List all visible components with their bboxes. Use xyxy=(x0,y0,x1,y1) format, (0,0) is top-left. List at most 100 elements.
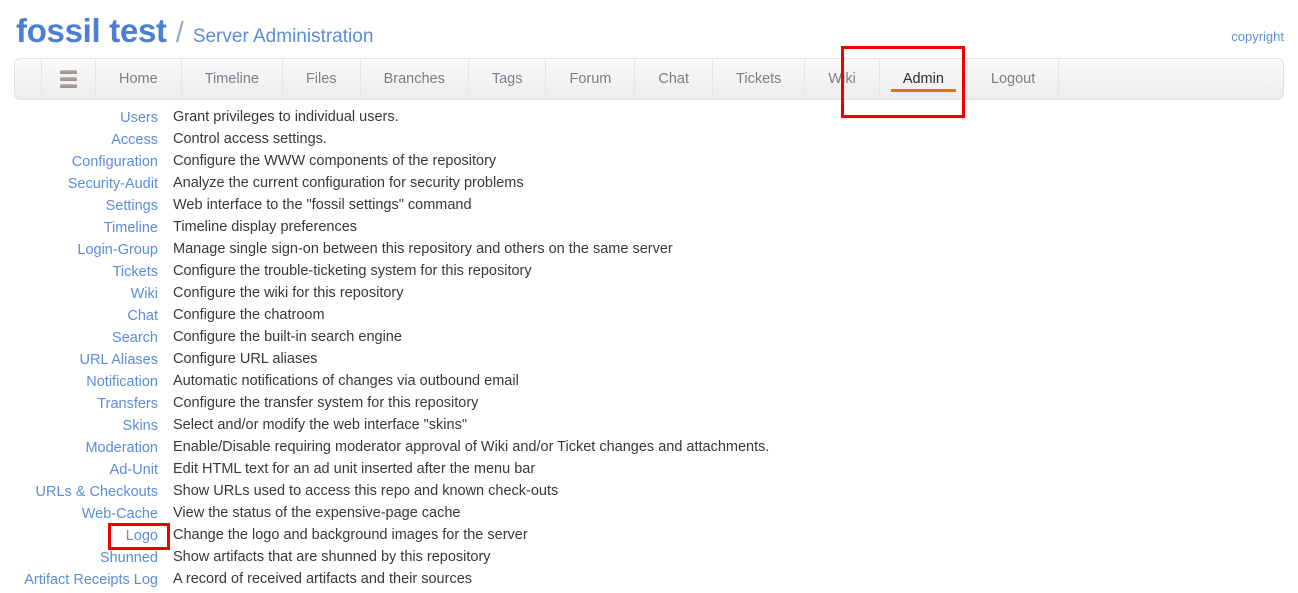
admin-option-link[interactable]: URLs & Checkouts xyxy=(36,484,159,500)
admin-option-link-cell: Logo xyxy=(0,523,170,550)
nav-item-logout[interactable]: Logout xyxy=(968,59,1060,99)
title-separator: / xyxy=(175,17,184,49)
admin-option-row: Web-Cache View the status of the expensiv… xyxy=(0,505,769,527)
admin-option-link-cell: Access xyxy=(0,131,158,153)
admin-option-description: Timeline display preferences xyxy=(173,219,358,235)
admin-option-link-cell: Wiki xyxy=(0,285,158,307)
admin-option-row: Tickets Configure the trouble-ticketing s… xyxy=(0,263,769,285)
admin-option-link-cell: Notification xyxy=(0,373,158,395)
admin-option-link[interactable]: Timeline xyxy=(104,220,158,236)
nav-item-files[interactable]: Files xyxy=(283,59,361,99)
admin-option-link[interactable]: Skins xyxy=(123,418,158,434)
nav-item-label: Timeline xyxy=(204,71,259,87)
admin-option-link-cell: Security-Audit xyxy=(0,175,158,197)
nav-item-label: Tags xyxy=(491,71,523,87)
admin-option-link-cell: Shunned xyxy=(0,549,158,571)
admin-option-link[interactable]: Security-Audit xyxy=(68,176,158,192)
admin-option-link-cell: Timeline xyxy=(0,219,158,241)
admin-option-link[interactable]: URL Aliases xyxy=(80,352,158,368)
nav-item-forum[interactable]: Forum xyxy=(546,59,636,99)
admin-option-description: Configure the trouble-ticketing system f… xyxy=(173,263,532,279)
nav-item-label: Wiki xyxy=(828,71,856,87)
admin-option-link-cell: Search xyxy=(0,329,158,351)
admin-option-row: Wiki Configure the wiki for this reposito… xyxy=(0,285,769,307)
admin-option-description: Control access settings. xyxy=(173,131,327,147)
admin-option-row: Access Control access settings. xyxy=(0,131,769,153)
admin-option-link[interactable]: Tickets xyxy=(113,264,158,280)
admin-option-link[interactable]: Wiki xyxy=(131,286,158,302)
nav-item-chat[interactable]: Chat xyxy=(635,59,714,99)
admin-option-link-cell: Chat xyxy=(0,307,158,329)
admin-option-row: Ad-Unit Edit HTML text for an ad unit ins… xyxy=(0,461,769,483)
title-row: fossil test / Server Administration xyxy=(16,12,373,50)
admin-option-link-cell: Web-Cache xyxy=(0,505,158,527)
admin-option-link[interactable]: Shunned xyxy=(100,550,158,566)
admin-option-link-cell: Configuration xyxy=(0,153,158,175)
nav-item-wiki[interactable]: Wiki xyxy=(805,59,880,99)
admin-option-description: A record of received artifacts and their… xyxy=(173,571,473,587)
active-tab-indicator xyxy=(890,89,956,92)
admin-option-link[interactable]: Moderation xyxy=(85,440,158,456)
navigation-bar-wrapper: Home Timeline Files Branches Tags Forum … xyxy=(14,46,1284,118)
admin-option-link[interactable]: Artifact Receipts Log xyxy=(24,572,158,588)
nav-item-timeline[interactable]: Timeline xyxy=(182,59,283,99)
admin-option-row: URL Aliases Configure URL aliases xyxy=(0,351,769,373)
admin-option-description: View the status of the expensive-page ca… xyxy=(173,505,461,521)
admin-option-description: Edit HTML text for an ad unit inserted a… xyxy=(173,461,536,477)
admin-option-link[interactable]: Configuration xyxy=(72,154,158,170)
admin-options-table: Users Grant privileges to individual user… xyxy=(0,109,769,593)
admin-option-link[interactable]: Access xyxy=(111,132,158,148)
admin-option-link-cell: Login-Group xyxy=(0,241,158,263)
admin-option-row: Artifact Receipts Log A record of receive… xyxy=(0,571,769,593)
admin-option-row: Settings Web interface to the "fossil set… xyxy=(0,197,769,219)
page-title: Server Administration xyxy=(192,26,374,47)
admin-option-row: Configuration Configure the WWW component… xyxy=(0,153,769,175)
admin-option-link-cell: Moderation xyxy=(0,439,158,461)
hamburger-icon xyxy=(60,67,77,91)
admin-option-description: Grant privileges to individual users. xyxy=(173,109,399,125)
admin-option-row: Timeline Timeline display preferences xyxy=(0,219,769,241)
admin-option-description: Select and/or modify the web interface "… xyxy=(173,417,467,433)
nav-item-tickets[interactable]: Tickets xyxy=(713,59,806,99)
admin-option-description: Configure the wiki for this repository xyxy=(173,285,404,301)
page-header: fossil test / Server Administration copy… xyxy=(0,0,1298,58)
admin-option-description: Configure the chatroom xyxy=(173,307,325,323)
nav-item-label: Logout xyxy=(990,71,1036,87)
nav-item-label: Home xyxy=(119,71,158,87)
admin-option-link[interactable]: Web-Cache xyxy=(82,506,158,522)
hamburger-menu-button[interactable] xyxy=(41,59,96,99)
admin-option-link[interactable]: Logo xyxy=(126,528,158,544)
nav-item-label: Files xyxy=(305,71,337,87)
admin-options-body: Users Grant privileges to individual user… xyxy=(0,109,769,593)
admin-option-link[interactable]: Login-Group xyxy=(77,242,158,258)
admin-option-link-cell: Tickets xyxy=(0,263,158,285)
admin-option-link[interactable]: Notification xyxy=(86,374,158,390)
admin-option-row: Login-Group Manage single sign-on between… xyxy=(0,241,769,263)
admin-option-link[interactable]: Users xyxy=(120,110,158,126)
admin-option-link-cell: Skins xyxy=(0,417,158,439)
admin-option-link[interactable]: Transfers xyxy=(97,396,158,412)
nav-item-admin[interactable]: Admin xyxy=(880,59,968,99)
admin-option-link-cell: Settings xyxy=(0,197,158,219)
admin-option-row: Notification Automatic notifications of c… xyxy=(0,373,769,395)
admin-option-description: Analyze the current configuration for se… xyxy=(173,175,524,191)
nav-item-label: Admin xyxy=(902,71,944,87)
nav-item-branches[interactable]: Branches xyxy=(361,59,469,99)
admin-option-link[interactable]: Search xyxy=(112,330,158,346)
admin-option-link[interactable]: Ad-Unit xyxy=(110,462,158,478)
admin-option-row: Security-Audit Analyze the current config… xyxy=(0,175,769,197)
nav-item-home[interactable]: Home xyxy=(96,59,182,99)
admin-option-row: Skins Select and/or modify the web interf… xyxy=(0,417,769,439)
admin-option-row: Transfers Configure the transfer system f… xyxy=(0,395,769,417)
nav-item-label: Branches xyxy=(383,71,445,87)
admin-option-link[interactable]: Chat xyxy=(127,308,158,324)
admin-option-row: Search Configure the built-in search engi… xyxy=(0,329,769,351)
admin-option-link-cell: Transfers xyxy=(0,395,158,417)
admin-option-row: Shunned Show artifacts that are shunned b… xyxy=(0,549,769,571)
admin-option-link[interactable]: Settings xyxy=(106,198,158,214)
admin-option-description: Change the logo and background images fo… xyxy=(173,527,528,543)
admin-option-description: Configure URL aliases xyxy=(173,351,318,367)
copyright-link[interactable]: copyright xyxy=(1231,29,1284,44)
nav-item-tags[interactable]: Tags xyxy=(469,59,547,99)
